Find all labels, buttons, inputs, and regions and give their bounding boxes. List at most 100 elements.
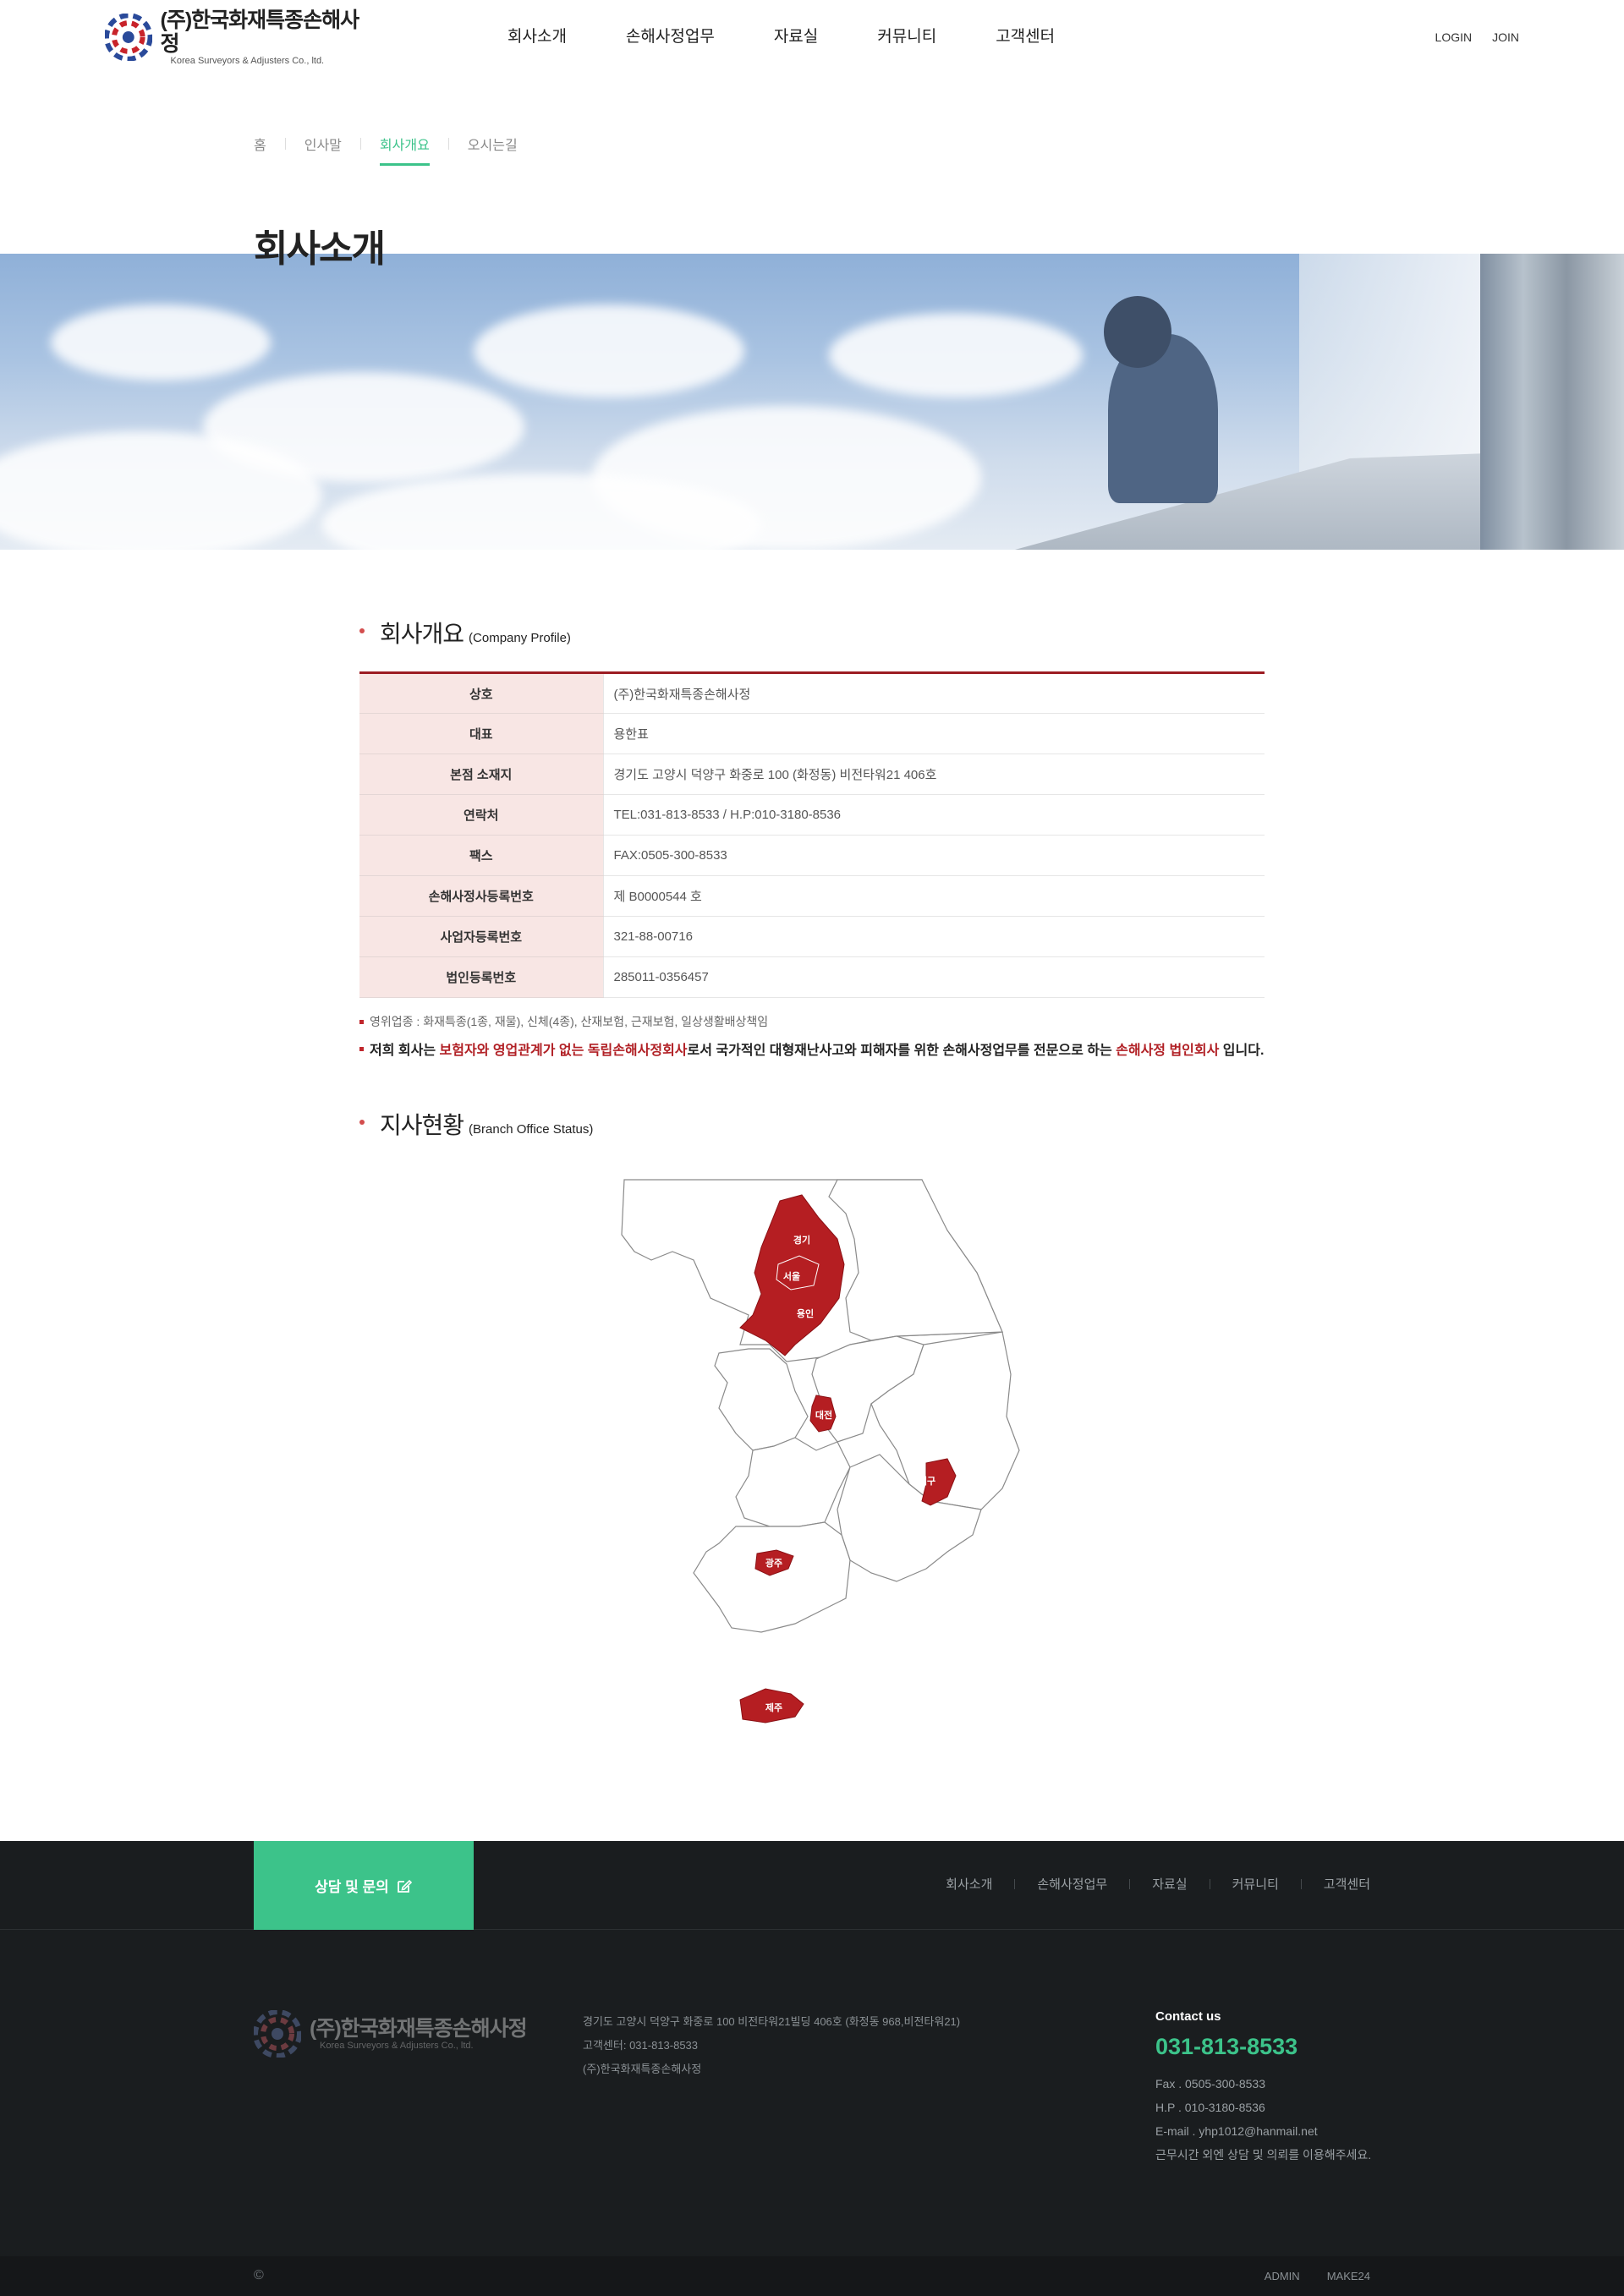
edit-icon	[397, 1879, 412, 1893]
nav-company[interactable]: 회사소개	[508, 25, 567, 49]
row-label: 사업자등록번호	[359, 916, 603, 957]
branch-map: 경기 서울 용인 대전 대구 광주 제주	[621, 1179, 1020, 1723]
support-phone-line: 고객센터: 031-813-8533	[583, 2039, 699, 2052]
logo-emblem-icon	[254, 2010, 301, 2058]
table-row: 연락처 TEL:031-813-8533 / H.P:010-3180-8536	[359, 794, 1265, 836]
subnav-greeting[interactable]: 인사말	[304, 134, 342, 166]
footer-address: 경기도 고양시 덕양구 화중로 100 비전타워21빌딩 406호 (화정동 9…	[583, 2010, 960, 2081]
row-value: 321-88-00716	[602, 916, 1265, 957]
copyright-text: ©	[254, 2268, 264, 2282]
region-chungnam	[714, 1348, 809, 1451]
footer-nav-company[interactable]: 회사소개	[946, 1875, 992, 1893]
bullet-icon	[359, 1019, 364, 1024]
copyright-bar: © ADMIN MAKE24	[0, 2256, 1624, 2296]
cloud-shape	[474, 304, 744, 397]
business-scope-note: 영위업종 : 화재특종(1종, 재물), 신체(4종), 산재보험, 근재보험,…	[359, 1013, 768, 1030]
main-nav: 회사소개 손해사정업무 자료실 커뮤니티 고객센터	[508, 25, 1114, 49]
sub-navigation: 홈 인사말 회사개요 오시는길	[254, 134, 518, 166]
footer-logo-title: (주)한국화재특종손해사정	[310, 2016, 528, 2041]
logo-title: (주)한국화재특종손해사정	[160, 8, 360, 56]
note-text: 로서 국가적인 대형재난사고와 피해자를 위한 손해사정업무를 전문으로 하는	[687, 1044, 1116, 1058]
note-highlight: 손해사정 법인회사	[1116, 1044, 1220, 1058]
contact-fax: Fax . 0505-300-8533	[1155, 2077, 1265, 2091]
note-text: 영위업종 : 화재특종(1종, 재물), 신체(4종), 산재보험, 근재보험,…	[370, 1015, 769, 1028]
company-name-line: (주)한국화재특종손해사정	[583, 2063, 702, 2075]
subnav-directions[interactable]: 오시는길	[468, 134, 518, 166]
table-row: 법인등록번호 285011-0356457	[359, 956, 1265, 998]
row-label: 손해사정사등록번호	[359, 875, 603, 917]
row-label: 상호	[359, 672, 603, 714]
table-row: 대표 용한표	[359, 713, 1265, 754]
subnav-overview[interactable]: 회사개요	[379, 134, 430, 166]
map-label-seoul[interactable]: 서울	[783, 1270, 800, 1282]
section-title-profile: 회사개요 (Company Profile)	[359, 616, 571, 649]
logo-emblem-icon	[105, 14, 152, 61]
footer-nav-archive[interactable]: 자료실	[1152, 1875, 1187, 1893]
map-label-daegu[interactable]: 대구	[919, 1475, 935, 1487]
nav-support[interactable]: 고객센터	[996, 25, 1055, 49]
consult-label: 상담 및 문의	[315, 1879, 389, 1895]
region-jeonbuk	[735, 1437, 851, 1527]
hero-banner	[0, 254, 1624, 550]
login-link[interactable]: LOGIN	[1435, 30, 1473, 44]
section-title-en: (Company Profile)	[469, 631, 571, 645]
row-value: TEL:031-813-8533 / H.P:010-3180-8536	[602, 794, 1265, 836]
company-intro-note: 저희 회사는 보험자와 영업관계가 없는 독립손해사정회사 로서 국가적인 대형…	[359, 1038, 1264, 1059]
table-row: 상호 (주)한국화재특종손해사정	[359, 672, 1265, 714]
table-row: 팩스 FAX:0505-300-8533	[359, 835, 1265, 876]
admin-link[interactable]: ADMIN	[1265, 2270, 1300, 2282]
nav-adjusting[interactable]: 손해사정업무	[626, 25, 715, 49]
footer-top-bar: 상담 및 문의 회사소개 손해사정업무 자료실 커뮤니티 고객센터	[0, 1841, 1624, 1930]
contact-title: Contact us	[1155, 2009, 1221, 2024]
subnav-home[interactable]: 홈	[254, 134, 266, 166]
section-title-en: (Branch Office Status)	[469, 1122, 594, 1137]
nav-archive[interactable]: 자료실	[774, 25, 818, 49]
map-label-jeju[interactable]: 제주	[765, 1701, 782, 1713]
contact-phone[interactable]: 031-813-8533	[1155, 2034, 1371, 2060]
row-label: 대표	[359, 713, 603, 754]
man-head	[1104, 296, 1171, 368]
bullet-icon	[359, 1046, 364, 1051]
contact-hours-note: 근무시간 외엔 상담 및 의뢰를 이용해주세요.	[1155, 2148, 1372, 2162]
page-title: 회사소개	[254, 228, 386, 270]
util-links: LOGIN JOIN	[1415, 30, 1519, 44]
table-row: 손해사정사등록번호 제 B0000544 호	[359, 875, 1265, 917]
region-jeonnam	[693, 1521, 851, 1633]
map-label-gyeonggi[interactable]: 경기	[793, 1234, 810, 1246]
consult-button[interactable]: 상담 및 문의	[254, 1841, 474, 1930]
row-label: 법인등록번호	[359, 956, 603, 998]
footer-nav: 회사소개 손해사정업무 자료실 커뮤니티 고객센터	[946, 1875, 1370, 1893]
subnav-divider	[447, 138, 449, 150]
bullet-icon	[359, 1120, 365, 1125]
note-highlight: 보험자와 영업관계가 없는 독립손해사정회사	[439, 1044, 688, 1058]
footer-nav-adjusting[interactable]: 손해사정업무	[1037, 1875, 1107, 1893]
note-text: 저희 회사는	[370, 1044, 440, 1058]
make24-link[interactable]: MAKE24	[1327, 2270, 1370, 2282]
footer-logo-subtitle: Korea Surveyors & Adjusters Co., ltd.	[320, 2040, 474, 2051]
footer-nav-support[interactable]: 고객센터	[1324, 1875, 1370, 1893]
footer-nav-community[interactable]: 커뮤니티	[1232, 1875, 1279, 1893]
map-label-daejeon[interactable]: 대전	[815, 1409, 832, 1421]
note-text: 입니다.	[1219, 1044, 1265, 1058]
join-link[interactable]: JOIN	[1492, 30, 1519, 44]
row-value: 경기도 고양시 덕양구 화중로 100 (화정동) 비전타워21 406호	[602, 753, 1265, 795]
footer-logo[interactable]: (주)한국화재특종손해사정 Korea Surveyors & Adjuster…	[254, 2010, 528, 2058]
row-value: 제 B0000544 호	[602, 875, 1265, 917]
contact-email[interactable]: E-mail . yhp1012@hanmail.net	[1155, 2119, 1371, 2143]
subnav-divider	[284, 138, 286, 150]
site-header: (주)한국화재특종손해사정 Korea Surveyors & Adjuster…	[0, 0, 1624, 76]
nav-community[interactable]: 커뮤니티	[877, 25, 936, 49]
footer-contact: Contact us 031-813-8533 Fax . 0505-300-8…	[1155, 2009, 1371, 2167]
row-value: 285011-0356457	[602, 956, 1265, 998]
row-value: (주)한국화재특종손해사정	[602, 672, 1265, 714]
bottom-links: ADMIN MAKE24	[1237, 2270, 1370, 2282]
site-logo[interactable]: (주)한국화재특종손해사정 Korea Surveyors & Adjuster…	[105, 8, 376, 66]
building-facade	[1480, 254, 1624, 550]
footer-nav-divider	[1300, 1878, 1302, 1889]
footer-nav-divider	[1014, 1878, 1016, 1889]
map-label-gwangju[interactable]: 광주	[765, 1558, 782, 1569]
subnav-divider	[359, 138, 361, 150]
section-title-ko: 지사현황	[380, 1112, 464, 1138]
address-line: 경기도 고양시 덕양구 화중로 100 비전타워21빌딩 406호 (화정동 9…	[583, 2015, 961, 2028]
map-label-yongin[interactable]: 용인	[797, 1307, 814, 1319]
